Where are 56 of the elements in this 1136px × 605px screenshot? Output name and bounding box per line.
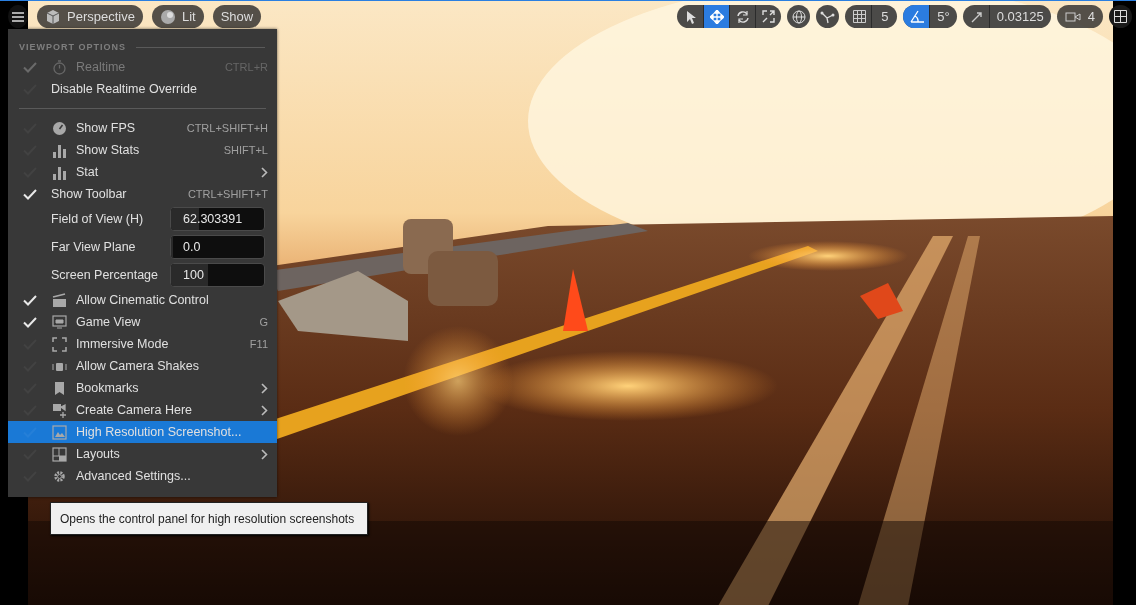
menu-item[interactable]: Create Camera Here (8, 399, 277, 421)
menu-heading: VIEWPORT OPTIONS (19, 42, 126, 52)
field-label: Far View Plane (51, 240, 137, 254)
cube-icon (45, 8, 61, 25)
layout-icon (1114, 10, 1127, 23)
clapper-icon (52, 292, 67, 308)
image-icon (52, 424, 67, 440)
layout-button[interactable] (1109, 5, 1132, 28)
lit-button[interactable]: Lit (151, 5, 204, 28)
globe-icon (791, 9, 806, 24)
menu-item[interactable]: Layouts (8, 443, 277, 465)
number-field[interactable]: 62.303391 (170, 207, 265, 231)
fullscreen-icon (52, 336, 67, 352)
shortcut-text: CTRL+SHIFT+T (187, 188, 268, 200)
camera-plus-icon (52, 402, 67, 418)
video-camera-icon (1064, 10, 1081, 23)
bookmark-icon (52, 380, 67, 396)
menu-item[interactable]: Disable Realtime Override (8, 78, 277, 100)
bars-icon (52, 164, 67, 180)
number-field[interactable]: 0.0 (170, 235, 265, 259)
sphere-icon (159, 8, 176, 25)
shortcut-text: CTRL+SHIFT+H (186, 122, 268, 134)
move-icon (709, 9, 724, 24)
menu-item[interactable]: Show Stats SHIFT+L (8, 139, 277, 161)
bars-icon (52, 142, 67, 158)
layout-icon (52, 446, 67, 462)
shortcut-text: F11 (249, 338, 268, 350)
shortcut-text: SHIFT+L (223, 144, 268, 156)
scale-icon (762, 10, 776, 23)
menu-item[interactable]: Game View G (8, 311, 277, 333)
menu-item[interactable]: Immersive Mode F11 (8, 333, 277, 355)
grid-icon (853, 10, 867, 23)
stopwatch-icon (52, 59, 67, 75)
menu-item[interactable]: Show Toolbar CTRL+SHIFT+T (8, 183, 277, 205)
menu-button[interactable] (8, 5, 28, 28)
cursor-icon (685, 9, 698, 24)
gauge-icon (52, 120, 67, 136)
menu-item[interactable]: Bookmarks (8, 377, 277, 399)
menu-item[interactable]: Allow Camera Shakes (8, 355, 277, 377)
rotation-snap-button[interactable] (903, 5, 930, 28)
perspective-button[interactable]: Perspective (37, 5, 143, 28)
angle-icon (910, 10, 926, 23)
menu-item[interactable]: Allow Cinematic Control (8, 289, 277, 311)
menu-icon (12, 11, 24, 22)
field-label: Field of View (H) (51, 212, 145, 226)
gear-icon (52, 468, 67, 484)
shortcut-text: G (259, 316, 268, 328)
menu-item[interactable]: Show FPS CTRL+SHIFT+H (8, 117, 277, 139)
rotate-icon (735, 9, 750, 24)
move-tool-button[interactable] (703, 5, 730, 28)
number-field[interactable]: 100 (170, 263, 265, 287)
menu-item[interactable]: Stat (8, 161, 277, 183)
menu-item[interactable]: Advanced Settings... (8, 465, 277, 487)
diagonal-arrow-icon (971, 10, 984, 23)
field-label: Screen Percentage (51, 268, 159, 282)
tooltip: Opens the control panel for high resolution screenshots (50, 502, 368, 535)
